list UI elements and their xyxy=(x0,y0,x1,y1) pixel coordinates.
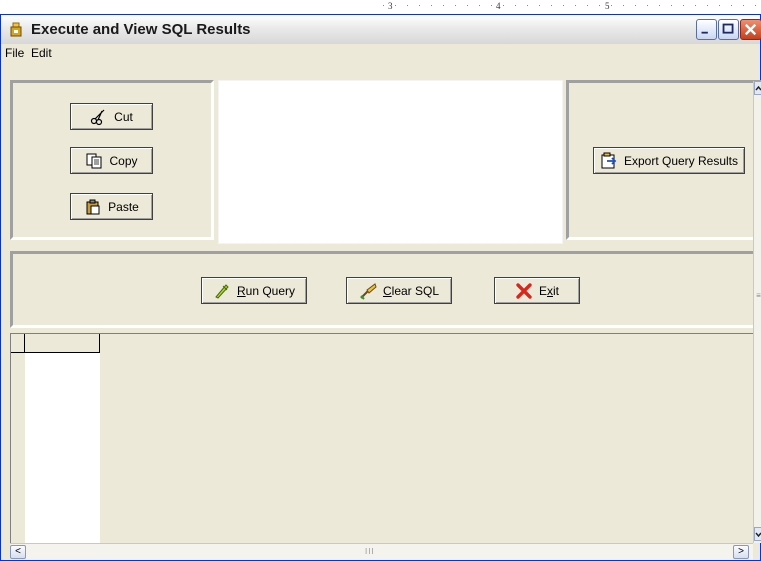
app-window: Execute and View SQL Results File Edit C… xyxy=(0,14,761,561)
clear-sql-button[interactable]: Clear SQL xyxy=(346,277,452,304)
window-title: Execute and View SQL Results xyxy=(31,21,251,38)
action-panel: Run Query Clear SQL Exit xyxy=(10,251,761,328)
minimize-icon xyxy=(701,31,708,34)
copy-icon xyxy=(86,153,102,168)
grid-row-header xyxy=(11,353,25,544)
chevron-down-icon xyxy=(755,532,761,538)
exit-label: Exit xyxy=(538,283,559,298)
export-query-results-button[interactable]: Export Query Results xyxy=(593,147,745,174)
copy-button[interactable]: Copy xyxy=(70,147,153,174)
run-query-button[interactable]: Run Query xyxy=(201,277,307,304)
copy-label: Copy xyxy=(109,153,138,168)
app-icon xyxy=(10,22,22,37)
scroll-left-button[interactable]: < xyxy=(10,545,26,559)
clear-icon xyxy=(360,282,377,300)
scroll-up-arrow[interactable] xyxy=(754,81,761,95)
grid-column-header[interactable] xyxy=(25,334,100,353)
exit-button[interactable]: Exit xyxy=(494,277,580,304)
menu-bar: File Edit xyxy=(1,44,760,63)
cut-button[interactable]: Cut xyxy=(70,103,153,130)
title-bar[interactable]: Execute and View SQL Results xyxy=(1,15,761,45)
ruler-ticks xyxy=(383,5,761,6)
export-label: Export Query Results xyxy=(623,153,739,168)
chevron-up-icon xyxy=(755,85,761,91)
clear-sql-label: Clear SQL xyxy=(382,283,440,298)
vertical-scrollbar[interactable]: ≡ xyxy=(753,81,761,543)
menu-file[interactable]: File xyxy=(3,46,26,60)
maximize-icon xyxy=(722,23,734,34)
paste-button[interactable]: Paste xyxy=(70,193,153,220)
close-icon xyxy=(744,23,757,36)
menu-edit[interactable]: Edit xyxy=(29,46,54,60)
exit-icon xyxy=(516,282,532,299)
export-panel: Export Query Results xyxy=(566,80,761,240)
cut-label: Cut xyxy=(114,109,133,124)
horizontal-scrollbar[interactable]: < III > xyxy=(10,543,753,560)
run-query-label: Run Query xyxy=(236,283,296,298)
scroll-grip: ≡ xyxy=(756,291,761,300)
grid-data-column[interactable] xyxy=(25,353,100,544)
ruler-mark-4: 4 xyxy=(496,1,501,11)
scroll-down-arrow[interactable] xyxy=(754,527,761,541)
hscroll-grip: III xyxy=(365,547,375,556)
ruler-mark-3: 3 xyxy=(388,1,393,11)
maximize-button[interactable] xyxy=(718,19,739,40)
results-grid[interactable] xyxy=(10,333,753,544)
close-button[interactable] xyxy=(740,19,761,40)
clipboard-panel: Cut Copy Paste xyxy=(10,80,214,240)
run-icon xyxy=(215,283,229,299)
sql-query-input[interactable] xyxy=(218,80,563,244)
background-ruler: 3 4 5 xyxy=(383,0,761,15)
minimize-button[interactable] xyxy=(696,19,717,40)
scissors-icon xyxy=(91,109,105,125)
ruler-mark-5: 5 xyxy=(605,1,610,11)
paste-icon xyxy=(86,199,100,214)
grid-corner-cell[interactable] xyxy=(11,334,25,353)
paste-label: Paste xyxy=(108,199,139,214)
export-icon xyxy=(601,152,617,168)
scroll-right-button[interactable]: > xyxy=(733,545,749,559)
